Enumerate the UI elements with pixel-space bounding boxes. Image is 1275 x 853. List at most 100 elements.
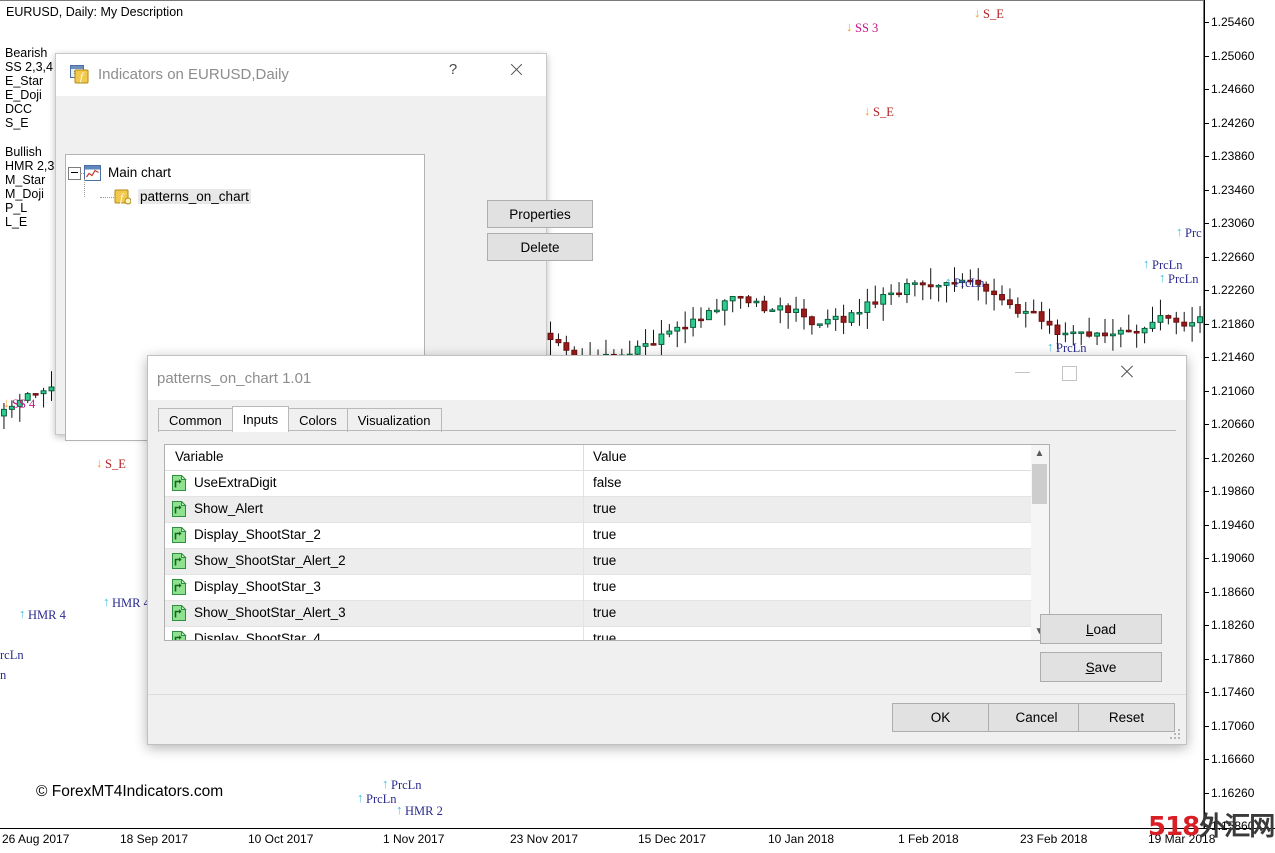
grid-row[interactable]: UseExtraDigitfalse [165, 471, 1031, 497]
help-button[interactable]: ? [430, 54, 476, 86]
pattern-label: HMR 2 [405, 804, 443, 819]
price-tick [1204, 89, 1209, 90]
price-label: 1.25060 [1211, 49, 1254, 63]
grid-row[interactable]: Show_ShootStar_Alert_2true [165, 549, 1031, 575]
inputs-grid[interactable]: Variable Value UseExtraDigitfalseShow_Al… [164, 444, 1032, 641]
tab-visualization[interactable]: Visualization [347, 408, 442, 432]
pattern-label: PrcLn [391, 778, 422, 793]
price-tick [1204, 458, 1209, 459]
price-tick [1204, 156, 1209, 157]
time-axis-line [0, 828, 1275, 829]
grip-dot [1178, 737, 1180, 739]
price-tick [1204, 324, 1209, 325]
time-label: 1 Nov 2017 [383, 832, 444, 846]
indicators-window-title: Indicators on EURUSD,Daily [98, 66, 289, 83]
load-button[interactable]: Load [1040, 614, 1162, 644]
pattern-label: Prc [1185, 226, 1202, 241]
price-tick [1204, 257, 1209, 258]
pattern-label: SS 3 [855, 21, 878, 36]
column-divider [583, 523, 584, 548]
site-watermark: 518外汇网 [1148, 806, 1274, 843]
column-divider [583, 601, 584, 626]
tab-inputs[interactable]: Inputs [232, 406, 289, 432]
input-variable-icon [171, 527, 187, 543]
grid-cell-value[interactable]: true [593, 527, 616, 542]
grid-row[interactable]: Show_Alerttrue [165, 497, 1031, 523]
close-icon[interactable] [1105, 356, 1151, 388]
price-label: 1.17460 [1211, 685, 1254, 699]
price-tick [1204, 223, 1209, 224]
grip-dot [1170, 737, 1172, 739]
main-chart-icon [84, 165, 101, 181]
price-label: 1.23460 [1211, 183, 1254, 197]
chart-top-border [0, 0, 1204, 1]
grid-cell-value[interactable]: true [593, 579, 616, 594]
tree-item-label: patterns_on_chart [138, 189, 251, 204]
grid-row[interactable]: Display_ShootStar_2true [165, 523, 1031, 549]
grid-cell-value[interactable]: true [593, 631, 616, 641]
grid-cell-value[interactable]: true [593, 553, 616, 568]
minimize-icon[interactable] [1001, 356, 1047, 388]
grid-body[interactable]: UseExtraDigitfalseShow_AlerttrueDisplay_… [165, 471, 1031, 641]
properties-button[interactable]: Properties [487, 200, 593, 228]
delete-button[interactable]: Delete [487, 233, 593, 261]
grid-row[interactable]: Display_ShootStar_4true [165, 627, 1031, 641]
tabstrip[interactable]: CommonInputsColorsVisualization [158, 406, 441, 431]
column-divider [583, 549, 584, 574]
properties-dialog-title: patterns_on_chart 1.01 [157, 370, 311, 387]
resize-grip[interactable] [1170, 729, 1182, 741]
grid-cell-value[interactable]: false [593, 475, 622, 490]
price-label: 1.21460 [1211, 350, 1254, 364]
input-variable-icon [171, 553, 187, 569]
column-divider [583, 627, 584, 641]
input-variable-icon [171, 475, 187, 491]
grid-row[interactable]: Show_ShootStar_Alert_3true [165, 601, 1031, 627]
price-label: 1.23860 [1211, 149, 1254, 163]
grip-dot [1174, 733, 1176, 735]
tab-common[interactable]: Common [158, 408, 233, 432]
grid-cell-value[interactable]: true [593, 605, 616, 620]
price-tick [1204, 558, 1209, 559]
price-tick [1204, 491, 1209, 492]
price-label: 1.16660 [1211, 752, 1254, 766]
price-label: 1.19860 [1211, 484, 1254, 498]
cancel-button[interactable]: Cancel [988, 703, 1085, 732]
price-label: 1.22260 [1211, 283, 1254, 297]
properties-titlebar[interactable]: patterns_on_chart 1.01 [148, 356, 1186, 400]
grid-row[interactable]: Display_ShootStar_3true [165, 575, 1031, 601]
price-axis[interactable]: 1.254601.250601.246601.242601.238601.234… [1204, 0, 1275, 828]
column-divider [583, 445, 584, 470]
grid-cell-value[interactable]: true [593, 501, 616, 516]
bullish-arrow-icon: ↑ [103, 595, 110, 608]
input-variable-icon [171, 579, 187, 595]
ok-button[interactable]: OK [892, 703, 989, 732]
reset-button[interactable]: Reset [1078, 703, 1175, 732]
price-label: 1.23060 [1211, 216, 1254, 230]
price-label: 1.17860 [1211, 652, 1254, 666]
close-icon[interactable] [494, 54, 540, 86]
price-label: 1.18660 [1211, 585, 1254, 599]
price-tick [1204, 592, 1209, 593]
tree-item-main-chart[interactable]: Main chart [84, 163, 424, 185]
bullish-arrow-icon: ↑ [1047, 340, 1054, 353]
pattern-label: S_E [983, 7, 1004, 22]
bearish-arrow-icon: ↓ [864, 104, 871, 117]
pattern-label: n [0, 668, 6, 683]
maximize-icon[interactable] [1047, 356, 1093, 388]
price-label: 1.19060 [1211, 551, 1254, 565]
price-tick [1204, 625, 1209, 626]
grip-dot [1174, 737, 1176, 739]
time-label: 15 Dec 2017 [638, 832, 706, 846]
scrollbar-thumb[interactable] [1032, 464, 1047, 504]
price-tick [1204, 190, 1209, 191]
watermark-number: 518 [1148, 812, 1199, 842]
bearish-arrow-icon: ↓ [974, 6, 981, 19]
grid-scrollbar[interactable]: ▲ ▼ [1031, 444, 1050, 641]
time-axis[interactable]: 26 Aug 201718 Sep 201710 Oct 20171 Nov 2… [0, 828, 1204, 853]
indicators-titlebar[interactable]: f Indicators on EURUSD,Daily ? [56, 54, 546, 96]
save-button[interactable]: Save [1040, 652, 1162, 682]
tab-colors[interactable]: Colors [288, 408, 348, 432]
tree-item-patterns-on-chart[interactable]: f patterns_on_chart [114, 187, 424, 209]
scroll-up-icon[interactable]: ▲ [1031, 445, 1048, 462]
properties-dialog[interactable]: patterns_on_chart 1.01 CommonInputsColor… [147, 355, 1187, 745]
